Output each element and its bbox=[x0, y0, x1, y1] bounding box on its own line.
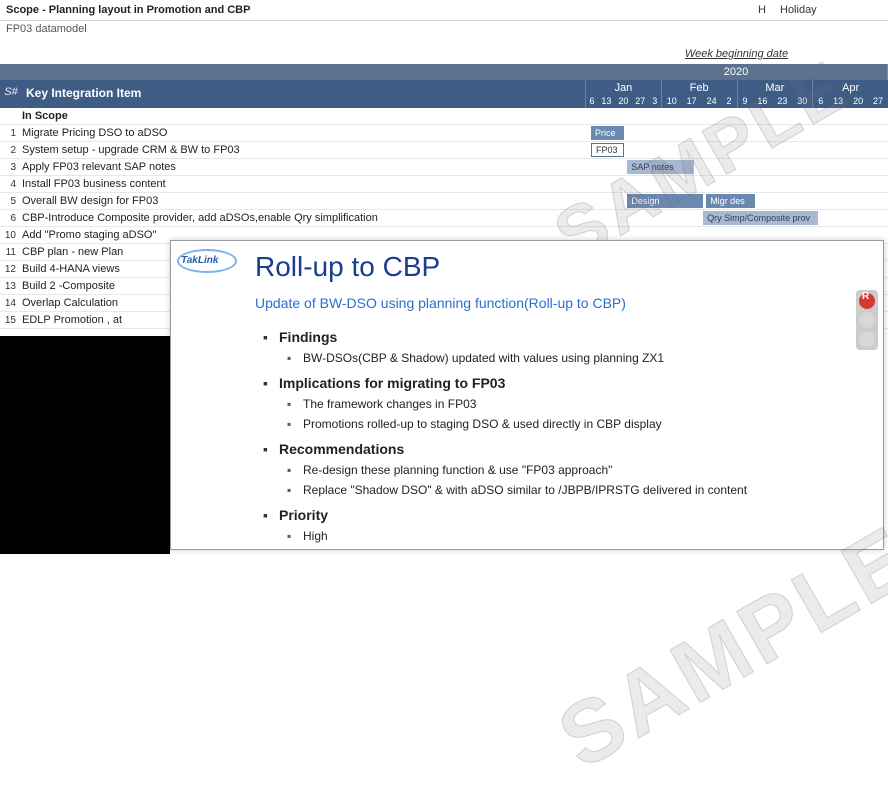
row-sn: 3 bbox=[0, 162, 22, 173]
slide-bullet: BW-DSOs(CBP & Shadow) updated with value… bbox=[303, 349, 867, 369]
row-sn: 13 bbox=[0, 281, 22, 292]
row-item: Overall BW design for FP03 bbox=[22, 195, 585, 207]
slide-overlay[interactable]: TakLink Roll-up to CBP Update of BW-DSO … bbox=[170, 240, 884, 550]
gantt-area: Price bbox=[585, 125, 888, 141]
table-row[interactable]: 3Apply FP03 relevant SAP notes SAP notes bbox=[0, 159, 888, 176]
row-sn: 15 bbox=[0, 315, 22, 326]
month-label: Mar bbox=[738, 80, 813, 96]
gantt-area: FP03 bbox=[585, 142, 888, 158]
row-sn: 1 bbox=[0, 128, 22, 139]
row-sn: 10 bbox=[0, 230, 22, 241]
week-beginning-label: Week beginning date bbox=[585, 44, 888, 62]
traffic-red[interactable]: R bbox=[859, 293, 875, 309]
gantt-area: SAP notes bbox=[585, 159, 888, 175]
table-row[interactable]: In Scope bbox=[0, 108, 888, 125]
slide-content-list: FindingsBW-DSOs(CBP & Shadow) updated wi… bbox=[255, 323, 867, 547]
slide-section-head: Priority bbox=[279, 501, 867, 527]
row-sn: 2 bbox=[0, 145, 22, 156]
year-label: 2020 bbox=[585, 64, 888, 80]
slide-bullet: The framework changes in FP03 bbox=[303, 395, 867, 415]
day-number: 17 bbox=[687, 96, 697, 106]
row-item: In Scope bbox=[22, 110, 585, 122]
day-number: 6 bbox=[589, 96, 594, 106]
day-number: 13 bbox=[833, 96, 843, 106]
gantt-bar[interactable]: Design bbox=[627, 194, 703, 208]
header-row: S# Key Integration Item Jan61320273Feb10… bbox=[0, 80, 888, 108]
slide-bullet: High bbox=[303, 527, 867, 547]
day-number: 20 bbox=[618, 96, 628, 106]
traffic-r-label: R bbox=[862, 291, 869, 302]
slide-section-head: Findings bbox=[279, 323, 867, 349]
day-number: 3 bbox=[652, 96, 657, 106]
header-sn: S# bbox=[0, 80, 22, 108]
row-sn: 5 bbox=[0, 196, 22, 207]
gantt-bar[interactable]: Price bbox=[591, 126, 624, 140]
slide-bullet: Replace "Shadow DSO" & with aDSO similar… bbox=[303, 481, 867, 501]
gantt-bar[interactable]: Migr des bbox=[706, 194, 754, 208]
month-label: Jan bbox=[586, 80, 661, 96]
traffic-yellow[interactable] bbox=[859, 312, 875, 328]
gantt-area bbox=[585, 108, 888, 124]
row-sn: 14 bbox=[0, 298, 22, 309]
gantt-bar[interactable]: FP03 bbox=[591, 143, 624, 157]
gantt-bar[interactable]: SAP notes bbox=[627, 160, 694, 174]
gantt-area bbox=[585, 176, 888, 192]
month-column: Mar9 16 23 30 bbox=[737, 80, 813, 108]
day-number: 27 bbox=[873, 96, 883, 106]
slide-bullet: Promotions rolled-up to staging DSO & us… bbox=[303, 415, 867, 435]
day-number: 20 bbox=[853, 96, 863, 106]
month-column: Feb10 17 24 2 bbox=[661, 80, 737, 108]
row-item: Apply FP03 relevant SAP notes bbox=[22, 161, 585, 173]
row-item: Migrate Pricing DSO to aDSO bbox=[22, 127, 585, 139]
header-item: Key Integration Item bbox=[22, 80, 585, 108]
month-label: Feb bbox=[662, 80, 737, 96]
row-item: Install FP03 business content bbox=[22, 178, 585, 190]
month-column: Jan6 13 20 27 3 bbox=[585, 80, 661, 108]
day-number: 23 bbox=[777, 96, 787, 106]
traffic-light-widget[interactable]: R bbox=[856, 290, 878, 350]
day-number: 9 bbox=[742, 96, 747, 106]
slide-title: Roll-up to CBP bbox=[255, 251, 867, 283]
slide-subtitle: Update of BW-DSO using planning function… bbox=[255, 295, 867, 311]
slide-section-head: Recommendations bbox=[279, 435, 867, 461]
holiday-label: Holiday bbox=[780, 4, 817, 16]
day-number: 30 bbox=[797, 96, 807, 106]
day-number: 10 bbox=[667, 96, 677, 106]
slide-section-head: Implications for migrating to FP03 bbox=[279, 369, 867, 395]
holiday-key: H bbox=[758, 4, 766, 16]
day-number: 24 bbox=[707, 96, 717, 106]
row-sn: 12 bbox=[0, 264, 22, 275]
sheet-subtitle: FP03 datamodel bbox=[0, 21, 888, 41]
gantt-bar[interactable]: Qry Simp/Composite prov bbox=[703, 211, 818, 225]
row-sn: 4 bbox=[0, 179, 22, 190]
traffic-green[interactable] bbox=[859, 331, 875, 347]
row-sn: 11 bbox=[0, 247, 22, 258]
month-label: Apr bbox=[813, 80, 888, 96]
black-region bbox=[0, 336, 170, 554]
year-row: 2020 bbox=[0, 64, 888, 80]
row-sn: 6 bbox=[0, 213, 22, 224]
gantt-area: Qry Simp/Composite prov bbox=[585, 210, 888, 226]
slide-bullet: Re-design these planning function & use … bbox=[303, 461, 867, 481]
day-number: 13 bbox=[601, 96, 611, 106]
row-item: System setup - upgrade CRM & BW to FP03 bbox=[22, 144, 585, 156]
day-number: 27 bbox=[635, 96, 645, 106]
table-row[interactable]: 1Migrate Pricing DSO to aDSO Price bbox=[0, 125, 888, 142]
table-row[interactable]: 6CBP-Introduce Composite provider, add a… bbox=[0, 210, 888, 227]
gantt-area: DesignMigr des bbox=[585, 193, 888, 209]
table-row[interactable]: 2System setup - upgrade CRM & BW to FP03… bbox=[0, 142, 888, 159]
sheet-title: Scope - Planning layout in Promotion and… bbox=[0, 0, 888, 21]
day-number: 16 bbox=[757, 96, 767, 106]
row-item: CBP-Introduce Composite provider, add aD… bbox=[22, 212, 585, 224]
table-row[interactable]: 4Install FP03 business content bbox=[0, 176, 888, 193]
watermark: SAMPLE bbox=[542, 505, 888, 789]
day-number: 2 bbox=[727, 96, 732, 106]
month-column: Apr6 13 20 27 bbox=[812, 80, 888, 108]
day-number: 6 bbox=[818, 96, 823, 106]
logo-text: TakLink bbox=[181, 255, 218, 266]
table-row[interactable]: 5Overall BW design for FP03DesignMigr de… bbox=[0, 193, 888, 210]
